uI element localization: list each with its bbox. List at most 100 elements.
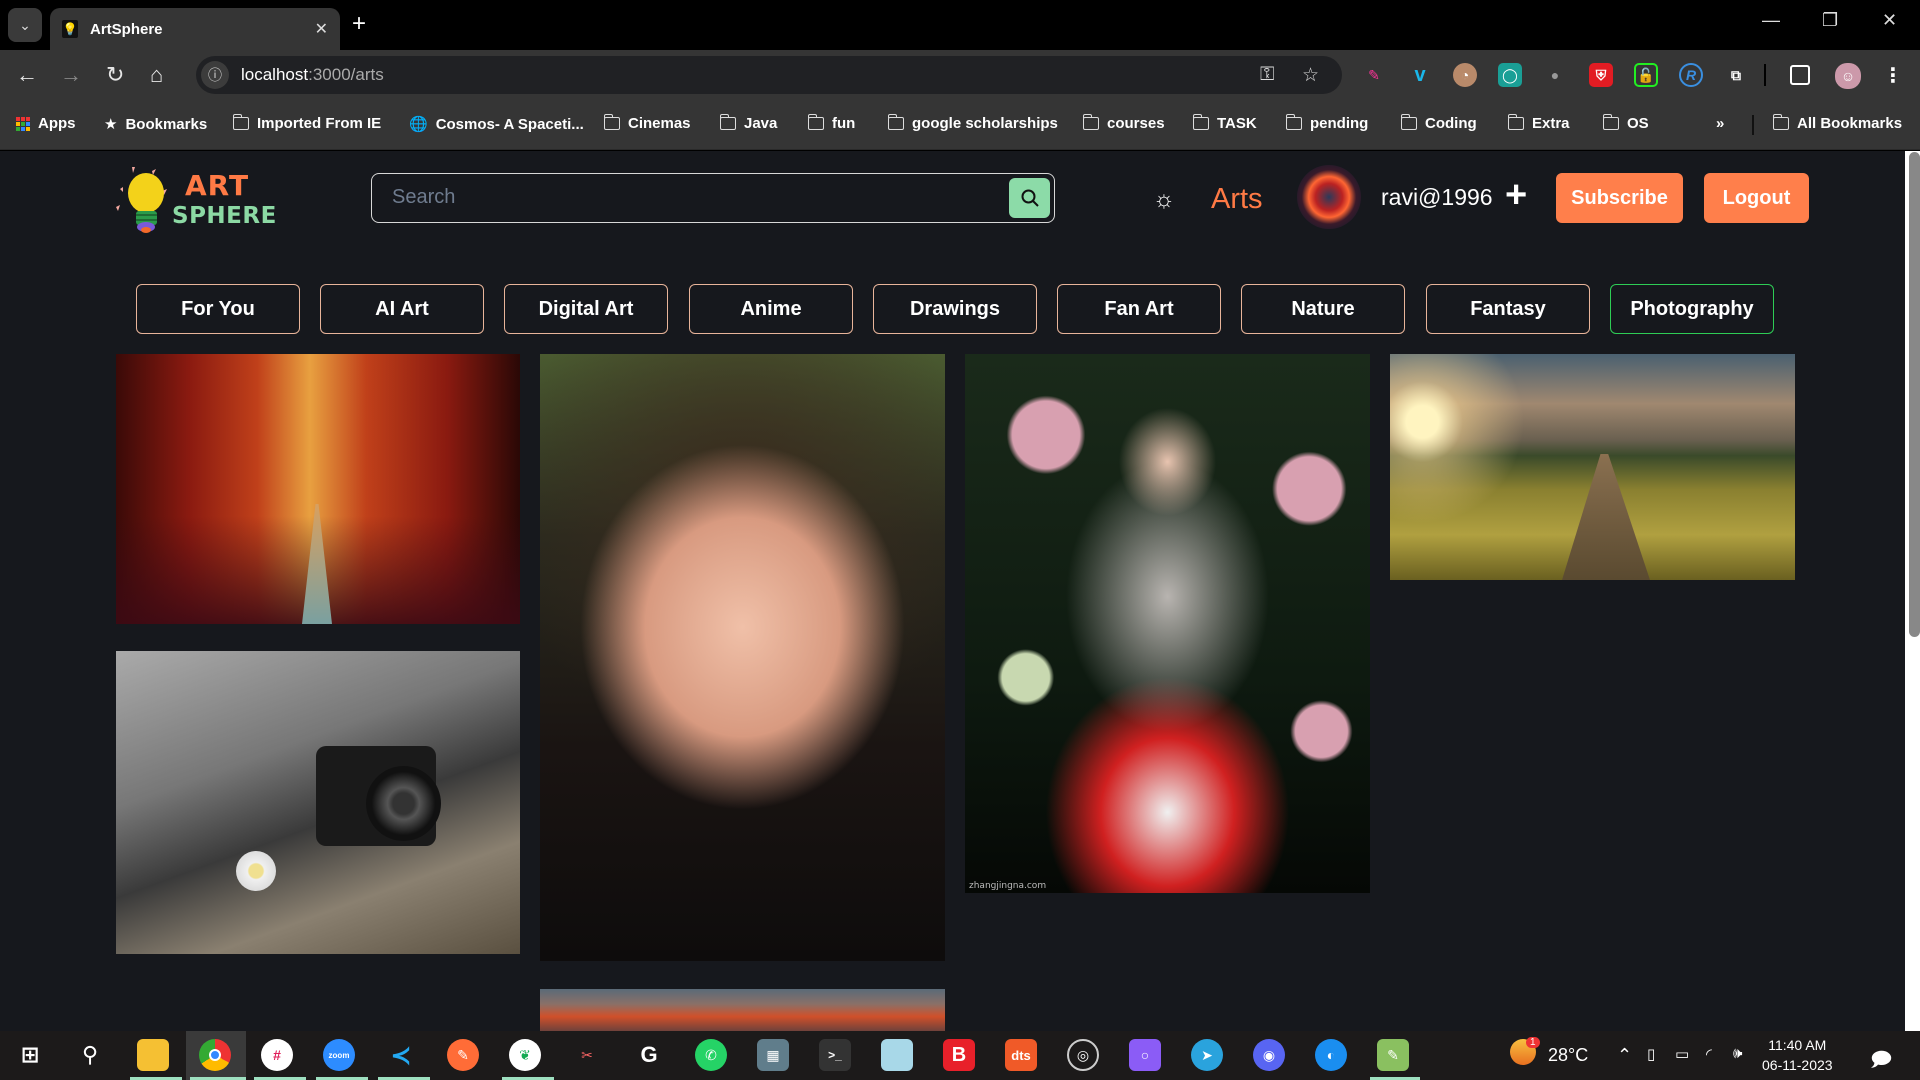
category-ai-art[interactable]: AI Art xyxy=(320,284,484,334)
calculator-icon[interactable]: ▦ xyxy=(757,1039,789,1071)
camera-tray-icon[interactable]: ▯ xyxy=(1647,1045,1655,1063)
tray-chevron-up-icon[interactable]: ⌃ xyxy=(1617,1045,1632,1066)
glasses-extension-icon[interactable]: ◔ xyxy=(1453,63,1477,87)
snipping-tool-icon[interactable]: ✂ xyxy=(571,1039,603,1071)
zoom-icon[interactable]: zoom xyxy=(323,1039,355,1071)
page-scrollbar-thumb[interactable] xyxy=(1909,152,1920,637)
menu-kebab-icon[interactable]: ⋮ xyxy=(1881,63,1905,87)
notifications-icon[interactable]: 🗩 xyxy=(1870,1045,1892,1079)
telegram-icon[interactable]: ➤ xyxy=(1191,1039,1223,1071)
discord-icon[interactable]: ◉ xyxy=(1253,1039,1285,1071)
artsphere-logo[interactable]: ART SPHERE xyxy=(112,159,276,234)
weather-temp[interactable]: 28°C xyxy=(1548,1045,1588,1066)
weather-icon[interactable]: 1 xyxy=(1510,1037,1540,1070)
new-tab-button[interactable]: + xyxy=(352,10,366,38)
system-clock[interactable]: 11:40 AM 06-11-2023 xyxy=(1762,1035,1833,1075)
r-extension-icon[interactable]: R xyxy=(1679,63,1703,87)
bug-extension-icon[interactable]: ● xyxy=(1543,63,1567,87)
add-art-plus-icon[interactable]: + xyxy=(1505,175,1527,215)
address-bar[interactable]: ⓘ localhost:3000/arts ⚿ ☆ xyxy=(196,56,1342,94)
obs-studio-icon[interactable]: ◎ xyxy=(1067,1039,1099,1071)
user-avatar[interactable] xyxy=(1297,165,1361,229)
category-fan-art[interactable]: Fan Art xyxy=(1057,284,1221,334)
vimeo-extension-icon[interactable]: v xyxy=(1408,63,1432,87)
close-window-button[interactable]: ✕ xyxy=(1882,10,1897,31)
bookmark-all-bookmarks[interactable]: All Bookmarks xyxy=(1772,114,1902,132)
username-label[interactable]: ravi@1996 xyxy=(1381,184,1493,211)
bookmark-cosmos[interactable]: 🌐 Cosmos- A Spaceti... xyxy=(409,115,584,134)
bookmark-bookmarks[interactable]: ★ Bookmarks xyxy=(104,115,207,134)
search-icon[interactable]: ⚲ xyxy=(74,1039,106,1071)
notepad-icon[interactable] xyxy=(881,1039,913,1071)
vscode-icon[interactable]: ≺ xyxy=(385,1039,417,1071)
gallery-image-camera[interactable] xyxy=(116,651,520,954)
bitdefender-icon[interactable]: B xyxy=(943,1039,975,1071)
gallery-image-autumn-forest[interactable] xyxy=(116,354,520,624)
gallery-image-woman-hydrangeas[interactable]: zhangjingna.com xyxy=(965,354,1370,893)
file-explorer-icon[interactable] xyxy=(137,1039,169,1071)
profile-avatar[interactable]: ☺ xyxy=(1835,63,1861,89)
category-anime[interactable]: Anime xyxy=(689,284,853,334)
chrome-icon[interactable] xyxy=(199,1039,231,1071)
logitech-ghub-icon[interactable]: G xyxy=(633,1039,665,1071)
category-fantasy[interactable]: Fantasy xyxy=(1426,284,1590,334)
category-for-you[interactable]: For You xyxy=(136,284,300,334)
gallery-image-golden-field[interactable] xyxy=(1390,354,1795,580)
back-arrow-icon[interactable]: ← xyxy=(16,62,38,88)
bookmark-coding[interactable]: Coding xyxy=(1400,114,1477,132)
battery-tray-icon[interactable]: ▭ xyxy=(1675,1045,1689,1063)
terminal-icon[interactable]: >_ xyxy=(819,1039,851,1071)
lock-extension-icon[interactable]: 🔓 xyxy=(1634,63,1658,87)
bookmark-fun[interactable]: fun xyxy=(807,114,855,132)
shield-extension-icon[interactable]: ⛨ xyxy=(1589,63,1613,87)
cortana-icon[interactable]: ○ xyxy=(1129,1039,1161,1071)
bookmark-star-icon[interactable]: ☆ xyxy=(1302,64,1319,87)
home-icon[interactable]: ⌂ xyxy=(150,62,163,88)
subscribe-button[interactable]: Subscribe xyxy=(1556,173,1683,223)
forward-arrow-icon[interactable]: → xyxy=(60,62,82,88)
category-drawings[interactable]: Drawings xyxy=(873,284,1037,334)
tab-search-button[interactable]: ⌄ xyxy=(8,8,42,42)
category-nature[interactable]: Nature xyxy=(1241,284,1405,334)
volume-tray-icon[interactable]: 🕪 xyxy=(1733,1045,1742,1062)
restore-button[interactable]: ❐ xyxy=(1822,10,1838,31)
category-digital-art[interactable]: Digital Art xyxy=(504,284,668,334)
postman-icon[interactable]: ✎ xyxy=(447,1039,479,1071)
gallery-image-girl-flower-crown[interactable] xyxy=(540,354,945,961)
color-picker-extension-icon[interactable]: ✎ xyxy=(1362,63,1386,87)
whatsapp-icon[interactable]: ✆ xyxy=(695,1039,727,1071)
bookmark-extra[interactable]: Extra xyxy=(1507,114,1570,132)
key-icon[interactable]: ⚿ xyxy=(1260,64,1274,86)
chat-extension-icon[interactable]: ◯ xyxy=(1498,63,1522,87)
side-panel-icon[interactable] xyxy=(1790,65,1810,85)
search-input[interactable] xyxy=(372,174,992,221)
gallery-image-sunset-clouds[interactable] xyxy=(540,989,945,1031)
browser-tab[interactable]: 💡 ArtSphere ✕ xyxy=(50,8,340,50)
bookmark-os[interactable]: OS xyxy=(1602,114,1649,132)
logout-button[interactable]: Logout xyxy=(1704,173,1809,223)
close-tab-icon[interactable]: ✕ xyxy=(315,19,328,39)
bookmark-task[interactable]: TASK xyxy=(1192,114,1257,132)
bookmark-apps[interactable]: Apps xyxy=(16,115,76,132)
search-button[interactable] xyxy=(1009,178,1050,218)
category-photography[interactable]: Photography xyxy=(1610,284,1774,334)
minimize-button[interactable]: — xyxy=(1762,10,1780,31)
site-info-icon[interactable]: ⓘ xyxy=(201,61,229,89)
notepad-plus-plus-icon[interactable]: ✎ xyxy=(1377,1039,1409,1071)
bookmark-google-scholarships[interactable]: google scholarships xyxy=(887,114,1058,132)
reload-icon[interactable]: ↻ xyxy=(106,62,124,88)
dts-audio-icon[interactable]: dts xyxy=(1005,1039,1037,1071)
windows-start-icon[interactable]: ⊞ xyxy=(14,1039,46,1071)
bookmark-courses[interactable]: courses xyxy=(1082,114,1165,132)
bookmark-pending[interactable]: pending xyxy=(1285,114,1368,132)
bookmarks-overflow-button[interactable]: » xyxy=(1716,115,1724,132)
extensions-puzzle-icon[interactable]: ⧉ xyxy=(1724,63,1748,87)
mongodb-compass-icon[interactable]: ❦ xyxy=(509,1039,541,1071)
bookmark-java[interactable]: Java xyxy=(719,114,777,132)
slack-icon[interactable]: # xyxy=(261,1039,293,1071)
arts-nav-link[interactable]: Arts xyxy=(1211,183,1263,216)
wifi-tray-icon[interactable]: ◜ xyxy=(1706,1045,1712,1063)
theme-toggle-sun-icon[interactable]: ☼ xyxy=(1153,186,1175,214)
bookmark-cinemas[interactable]: Cinemas xyxy=(603,114,691,132)
bookmark-imported-from-ie[interactable]: Imported From IE xyxy=(232,114,381,132)
